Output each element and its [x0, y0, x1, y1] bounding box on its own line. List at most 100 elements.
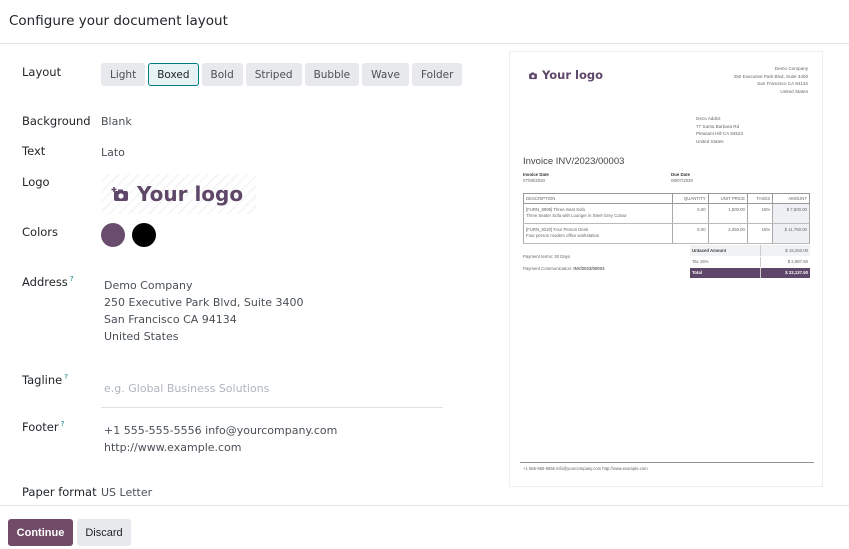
row-amount: $ 7,500.00: [772, 203, 810, 224]
address-line: Demo Company: [104, 279, 193, 292]
colors-label: Colors: [22, 225, 59, 239]
customer-line: United States: [696, 138, 724, 144]
preview-invoice-date: Invoice Date 07/08/2020: [523, 172, 549, 184]
logo-placeholder-text: Your logo: [137, 182, 244, 206]
add-photo-icon: [111, 187, 129, 201]
footer-line: http://www.example.com: [104, 441, 242, 454]
layout-option-bold[interactable]: Bold: [201, 63, 243, 86]
address-value: Demo Company 250 Executive Park Blvd, Su…: [104, 277, 303, 345]
row-desc-title: [FURN_8999] Three-Seat Sofa: [526, 207, 585, 212]
row-description: [FURN_8999] Three-Seat Sofa Three Seater …: [523, 203, 673, 224]
company-line: San Francisco CA 94134: [757, 81, 808, 86]
totals-row: Untaxed Amount $ 19,250.00: [690, 245, 810, 257]
row-description: [FURN_8220] Four Person Desk Four person …: [523, 223, 673, 244]
paper-format-select[interactable]: US Letter: [101, 486, 152, 499]
preview-logo: Your logo: [528, 68, 603, 82]
row-qty: 5.00: [671, 223, 709, 244]
background-select[interactable]: Blank: [101, 115, 132, 128]
address-label: Address?: [22, 275, 74, 289]
address-line: United States: [104, 330, 179, 343]
row-desc-detail: Three Seater Sofa with Lounger in Steel …: [526, 213, 627, 218]
footer-line: +1 555-555-5556 info@yourcompany.com: [104, 424, 338, 437]
tagline-help-icon[interactable]: ?: [64, 373, 68, 381]
tagline-label-text: Tagline: [22, 373, 63, 387]
preview-totals: Untaxed Amount $ 19,250.00 Tax 15% $ 2,887…: [690, 245, 810, 279]
row-tax: 15%: [746, 223, 774, 244]
col-taxes: TAXES: [746, 193, 774, 204]
row-price: 1,500.00: [707, 203, 748, 224]
logo-label: Logo: [22, 175, 50, 189]
text-font-label: Text: [22, 144, 46, 158]
address-line: San Francisco CA 94134: [104, 313, 237, 326]
preview-footer: +1 555-555-5556 info@yourcompany.com htt…: [523, 466, 648, 471]
company-line: 250 Executive Park Blvd, Suite 3400: [733, 73, 808, 79]
row-desc-title: [FURN_8220] Four Person Desk: [526, 227, 589, 232]
table-row: [FURN_8999] Three-Seat Sofa Three Seater …: [523, 203, 810, 224]
table-header: DESCRIPTION QUANTITY UNIT PRICE TAXES AM…: [523, 193, 810, 204]
footer-input[interactable]: +1 555-555-5556 info@yourcompany.com htt…: [104, 422, 337, 456]
row-qty: 5.00: [671, 203, 709, 224]
company-line: Demo Company: [774, 66, 808, 71]
footer-label-text: Footer: [22, 420, 59, 434]
untaxed-value: $ 19,250.00: [759, 245, 810, 257]
customer-line: Pleasant Hill CA 94523: [696, 131, 743, 136]
tax-label: Tax 15%: [690, 256, 761, 268]
primary-color-swatch[interactable]: [101, 223, 125, 247]
untaxed-label: Untaxed Amount: [690, 245, 761, 257]
secondary-color-swatch[interactable]: [132, 223, 156, 247]
address-help-icon[interactable]: ?: [70, 275, 74, 283]
dialog-title: Configure your document layout: [9, 13, 228, 29]
logo-upload[interactable]: Your logo: [101, 174, 256, 214]
layout-selector: Light Boxed Bold Striped Bubble Wave Fol…: [101, 63, 463, 86]
preview-logo-text: Your logo: [542, 68, 604, 82]
col-unit-price: UNIT PRICE: [707, 193, 748, 204]
tagline-field: [101, 370, 443, 408]
text-font-select[interactable]: Lato: [101, 146, 125, 159]
layout-label: Layout: [22, 65, 62, 79]
preview-invoice-title: Invoice INV/2023/00003: [523, 156, 625, 167]
address-label-text: Address: [22, 275, 68, 289]
table-row: [FURN_8220] Four Person Desk Four person …: [523, 223, 810, 244]
payment-communication: Payment Communication: INV/2023/00003: [523, 263, 604, 275]
invoice-date-value: 07/08/2020: [523, 178, 545, 183]
totals-row: Total $ 22,137.50: [690, 267, 810, 279]
layout-option-boxed[interactable]: Boxed: [148, 63, 199, 86]
preview-footer-divider: [520, 462, 814, 463]
total-value: $ 22,137.50: [759, 267, 810, 279]
preview-customer-address: Deco Addict 77 Santa Barbara Rd Pleasant…: [696, 115, 743, 145]
camera-icon: [529, 71, 537, 79]
invoice-date-label: Invoice Date: [523, 172, 549, 177]
preview-lines-table: DESCRIPTION QUANTITY UNIT PRICE TAXES AM…: [523, 193, 810, 244]
row-amount: $ 11,750.00: [772, 223, 810, 244]
due-date-value: 08/07/2020: [671, 178, 693, 183]
preview-payment-info: Payment terms: 30 Days Payment Communica…: [523, 251, 604, 275]
row-price: 2,350.00: [707, 223, 748, 244]
company-line: United States: [780, 88, 808, 94]
layout-option-bubble[interactable]: Bubble: [304, 63, 360, 86]
payment-comm-label: Payment Communication:: [523, 266, 573, 271]
layout-option-wave[interactable]: Wave: [362, 63, 409, 86]
customer-line: 77 Santa Barbara Rd: [696, 123, 740, 129]
paper-format-label: Paper format: [22, 485, 97, 499]
layout-option-light[interactable]: Light: [101, 63, 146, 86]
dialog-footer: Continue Discard: [0, 505, 849, 549]
document-preview: Your logo Demo Company 250 Executive Par…: [509, 51, 823, 487]
discard-button[interactable]: Discard: [77, 519, 131, 546]
tagline-input[interactable]: [101, 370, 443, 407]
preview-due-date: Due Date 08/07/2020: [671, 172, 693, 184]
row-desc-detail: Four person modern office workstation: [526, 233, 600, 238]
col-description: DESCRIPTION: [523, 193, 673, 204]
address-line: 250 Executive Park Blvd, Suite 3400: [104, 296, 304, 309]
row-tax: 15%: [746, 203, 774, 224]
layout-option-striped[interactable]: Striped: [245, 63, 302, 86]
col-quantity: QUANTITY: [671, 193, 709, 204]
continue-button[interactable]: Continue: [8, 519, 73, 546]
payment-comm-value: INV/2023/00003: [573, 266, 605, 271]
dialog-header: Configure your document layout: [0, 0, 849, 44]
footer-help-icon[interactable]: ?: [61, 420, 65, 428]
layout-option-folder[interactable]: Folder: [411, 63, 463, 86]
tax-value: $ 2,887.50: [759, 256, 810, 268]
preview-company-address: Demo Company 250 Executive Park Blvd, Su…: [734, 65, 808, 95]
footer-label: Footer?: [22, 420, 64, 434]
customer-line: Deco Addict: [696, 116, 721, 121]
